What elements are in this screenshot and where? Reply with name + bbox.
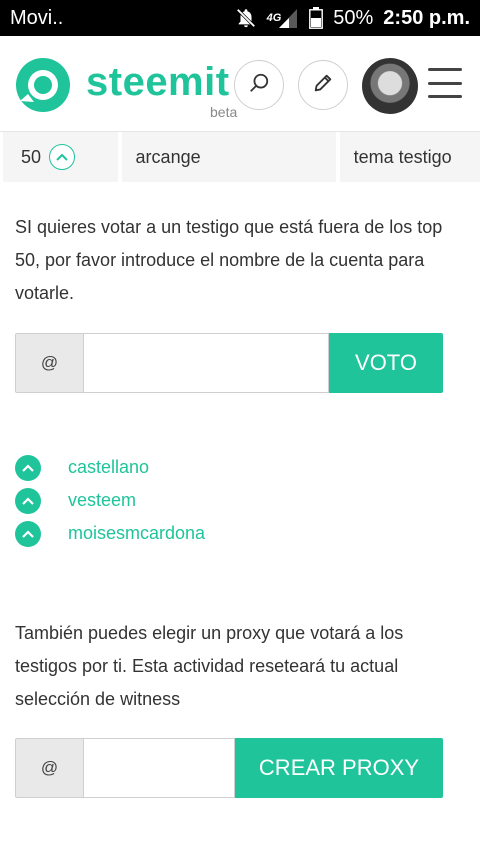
status-icons: 4G 50% 2:50 p.m.	[235, 7, 470, 30]
pencil-icon	[312, 72, 334, 99]
proxy-account-input[interactable]	[83, 738, 235, 798]
avatar[interactable]	[362, 58, 418, 114]
notifications-off-icon	[235, 7, 257, 29]
beta-label: beta	[210, 104, 238, 120]
battery-icon	[309, 7, 324, 29]
create-proxy-button[interactable]: CREAR PROXY	[235, 738, 443, 798]
list-item: vesteem	[15, 484, 205, 517]
steemit-logo-icon[interactable]	[14, 56, 72, 114]
vote-instructions: SI quieres votar a un testigo que está f…	[15, 217, 443, 303]
clock: 2:50 p.m.	[383, 6, 470, 29]
carrier-name: Movi..	[10, 6, 64, 29]
witness-description[interactable]: tema testigo	[354, 147, 452, 168]
at-prefix: @	[15, 333, 83, 393]
brand-name[interactable]: steemit	[86, 60, 230, 105]
proxy-instructions: También puedes elegir un proxy que votar…	[15, 623, 404, 709]
signal-icon: 4G	[267, 7, 300, 29]
witness-link[interactable]: moisesmcardona	[68, 523, 205, 544]
battery-percent: 50%	[333, 6, 374, 29]
table-row: 50 arcange tema testigo	[0, 132, 480, 184]
search-button[interactable]	[234, 60, 284, 110]
upvote-icon[interactable]	[15, 487, 41, 514]
submit-story-button[interactable]	[298, 60, 348, 110]
vote-button[interactable]: VOTO	[329, 333, 443, 393]
proxy-form: @ CREAR PROXY	[15, 738, 443, 798]
hamburger-menu-icon[interactable]	[428, 68, 462, 98]
vote-witness-form: @ VOTO	[15, 333, 443, 393]
upvote-icon[interactable]	[15, 520, 41, 547]
upvote-icon[interactable]	[49, 144, 76, 170]
witness-rank-cell: 50	[3, 132, 118, 182]
witness-name[interactable]: arcange	[136, 147, 201, 168]
witness-rank: 50	[21, 146, 42, 167]
at-prefix: @	[15, 738, 83, 798]
list-item: moisesmcardona	[15, 517, 205, 550]
witness-link[interactable]: castellano	[68, 457, 149, 478]
app-header: steemit beta	[0, 36, 480, 132]
upvote-icon[interactable]	[15, 454, 41, 481]
witness-account-input[interactable]	[83, 333, 329, 393]
voted-witness-list: castellano vesteem moisesmcardona	[15, 451, 205, 550]
status-bar: Movi.. 4G 50% 2:50 p.m.	[0, 0, 480, 36]
witness-link[interactable]: vesteem	[68, 490, 136, 511]
witness-name-cell[interactable]: arcange	[121, 132, 336, 182]
list-item: castellano	[15, 451, 205, 484]
search-icon	[248, 72, 270, 99]
witness-description-cell[interactable]: tema testigo	[339, 132, 480, 182]
